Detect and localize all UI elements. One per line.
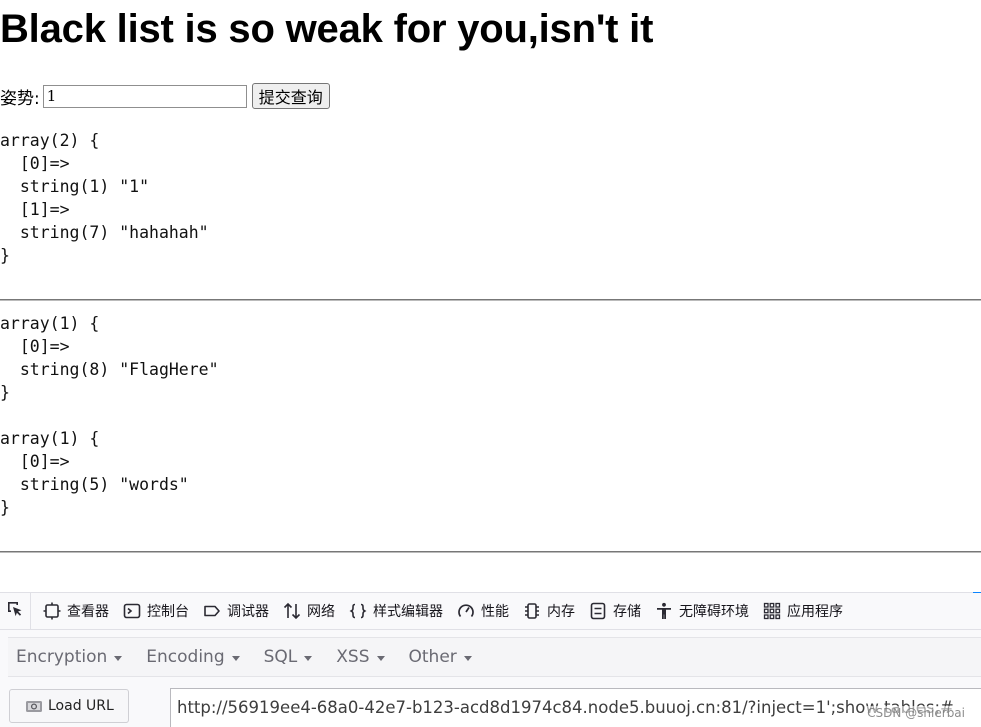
result-dump-2: array(1) { [0]=> string(8) "FlagHere" } [0,314,219,402]
tab-label: 内存 [547,604,575,620]
caret-down-icon [304,655,313,661]
tab-label: 应用程序 [787,604,843,620]
menu-encryption[interactable]: Encryption [8,638,130,676]
tab-label: 无障碍环境 [679,604,749,620]
url-textarea[interactable]: http://56919ee4-68a0-42e7-b123-acd8d1974… [170,688,981,727]
devtools-toolbar: 查看器 控制台 调试器 网络 样式编辑器 性能 内存 存储 无障碍环境 应用程序 [0,593,981,630]
tab-storage[interactable]: 存储 [583,593,649,629]
menu-label: SQL [263,647,298,667]
performance-icon [457,602,475,620]
query-form: 姿势: 提交查询 [0,82,330,110]
tab-style-editor[interactable]: 样式编辑器 [343,593,451,629]
storage-icon [589,602,607,620]
caret-down-icon [376,655,385,661]
tab-inspector[interactable]: 查看器 [37,593,117,629]
tab-label: 样式编辑器 [373,604,443,620]
menu-label: Encoding [146,647,225,667]
watermark-text: CSDN @shierbai [865,706,967,720]
tab-label: 控制台 [147,604,189,620]
page-title: Black list is so weak for you,isn't it [0,7,654,51]
caret-down-icon [114,655,123,661]
element-picker-button[interactable] [0,593,31,629]
tab-label: 查看器 [67,604,109,620]
load-url-button[interactable]: Load URL [9,689,129,723]
separator-2 [0,551,981,553]
tab-debugger[interactable]: 调试器 [197,593,277,629]
style-editor-icon [349,602,367,620]
hackbar-menu-bar: Encryption Encoding SQL XSS Other [8,637,981,677]
result-dump-1: array(2) { [0]=> string(1) "1" [1]=> str… [0,131,209,265]
caret-down-icon [231,655,240,661]
submit-query-button[interactable]: 提交查询 [251,83,330,109]
tab-application[interactable]: 应用程序 [757,593,851,629]
menu-label: Other [408,647,457,667]
separator-1 [0,299,981,301]
caret-down-icon [463,655,472,661]
inject-label: 姿势: [0,88,40,109]
devtools-panel: 查看器 控制台 调试器 网络 样式编辑器 性能 内存 存储 无障碍环境 应用程序… [0,592,981,727]
menu-xss[interactable]: XSS [328,638,392,676]
tab-label: 性能 [481,604,509,620]
debugger-icon [203,602,221,620]
tab-memory[interactable]: 内存 [517,593,583,629]
tab-performance[interactable]: 性能 [451,593,517,629]
tab-accessibility[interactable]: 无障碍环境 [649,593,757,629]
application-icon [763,602,781,620]
network-icon [283,602,301,620]
tab-label: 调试器 [227,604,269,620]
tab-label: 存储 [613,604,641,620]
tab-console[interactable]: 控制台 [117,593,197,629]
menu-label: Encryption [16,647,108,667]
menu-other[interactable]: Other [401,638,480,676]
memory-icon [523,602,541,620]
menu-encoding[interactable]: Encoding [138,638,247,676]
load-url-icon [25,698,43,714]
result-dump-3: array(1) { [0]=> string(5) "words" } [0,429,189,517]
console-icon [123,602,141,620]
tab-network[interactable]: 网络 [277,593,343,629]
element-picker-icon [6,600,24,622]
menu-sql[interactable]: SQL [256,638,321,676]
accessibility-icon [655,602,673,620]
tab-label: 网络 [307,604,335,620]
load-url-label: Load URL [48,698,114,714]
inspector-icon [43,602,61,620]
inject-input[interactable] [42,84,247,108]
menu-label: XSS [336,647,370,667]
